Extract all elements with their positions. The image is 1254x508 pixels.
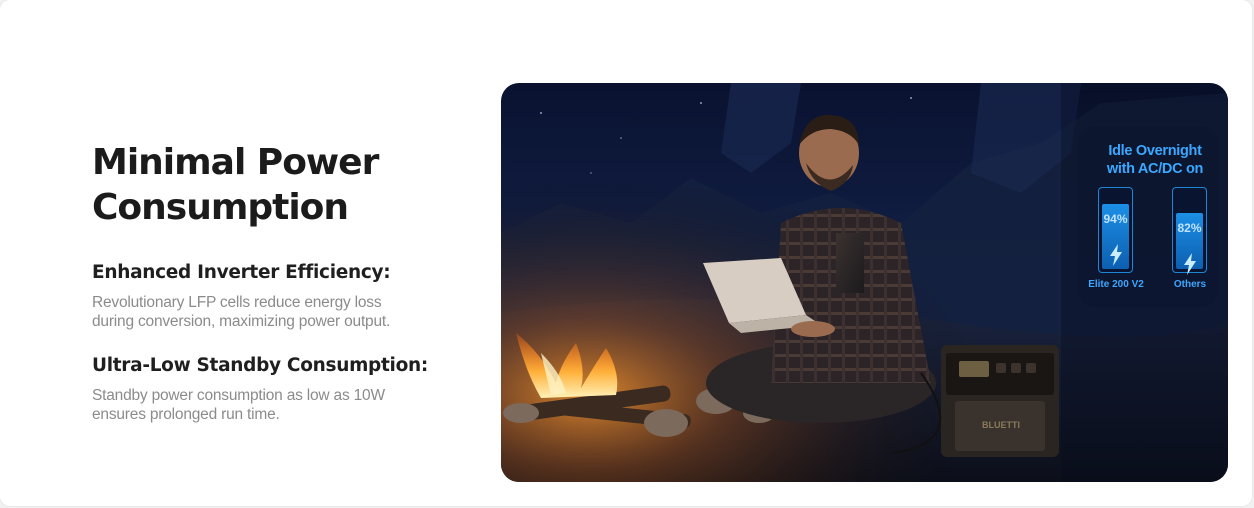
lightning-bolt-icon <box>1184 253 1196 275</box>
battery-label-elite-200-v2: Elite 200 V2 <box>1088 279 1144 290</box>
battery-gauge-elite-200-v2: 94% <box>1098 187 1133 273</box>
comparison-title-line-2: with AC/DC on <box>1106 161 1204 177</box>
device-brand-label: BLUETTI <box>982 420 1020 430</box>
feature-heading-standby: Ultra-Low Standby Consumption: <box>92 355 428 376</box>
title-line-2: Consumption <box>92 187 349 228</box>
title-line-1: Minimal Power <box>92 142 379 183</box>
feature-text-standby: Standby power consumption as low as 10W … <box>92 386 452 424</box>
page-title: Minimal Power Consumption <box>92 140 452 230</box>
feature-text-inverter-line-1: Revolutionary LFP cells reduce energy lo… <box>92 294 382 311</box>
battery-percent-elite-200-v2: 94% <box>1103 212 1128 226</box>
feature-heading-inverter: Enhanced Inverter Efficiency: <box>92 262 391 283</box>
feature-text-standby-line-2: ensures prolonged run time. <box>92 406 280 423</box>
battery-label-others: Others <box>1173 279 1207 290</box>
battery-gauge-others: 82% <box>1172 187 1207 275</box>
comparison-title-line-1: Idle Overnight <box>1108 143 1202 159</box>
battery-percent-others: 82% <box>1177 221 1202 235</box>
comparison-title: Idle Overnight with AC/DC on <box>1082 142 1228 178</box>
feature-card: Minimal Power Consumption Enhanced Inver… <box>0 0 1252 506</box>
feature-text-standby-line-1: Standby power consumption as low as 10W <box>92 387 385 404</box>
feature-text-inverter-line-2: during conversion, maximizing power outp… <box>92 313 391 330</box>
feature-text-inverter: Revolutionary LFP cells reduce energy lo… <box>92 293 452 331</box>
lightning-bolt-icon <box>1110 244 1122 266</box>
